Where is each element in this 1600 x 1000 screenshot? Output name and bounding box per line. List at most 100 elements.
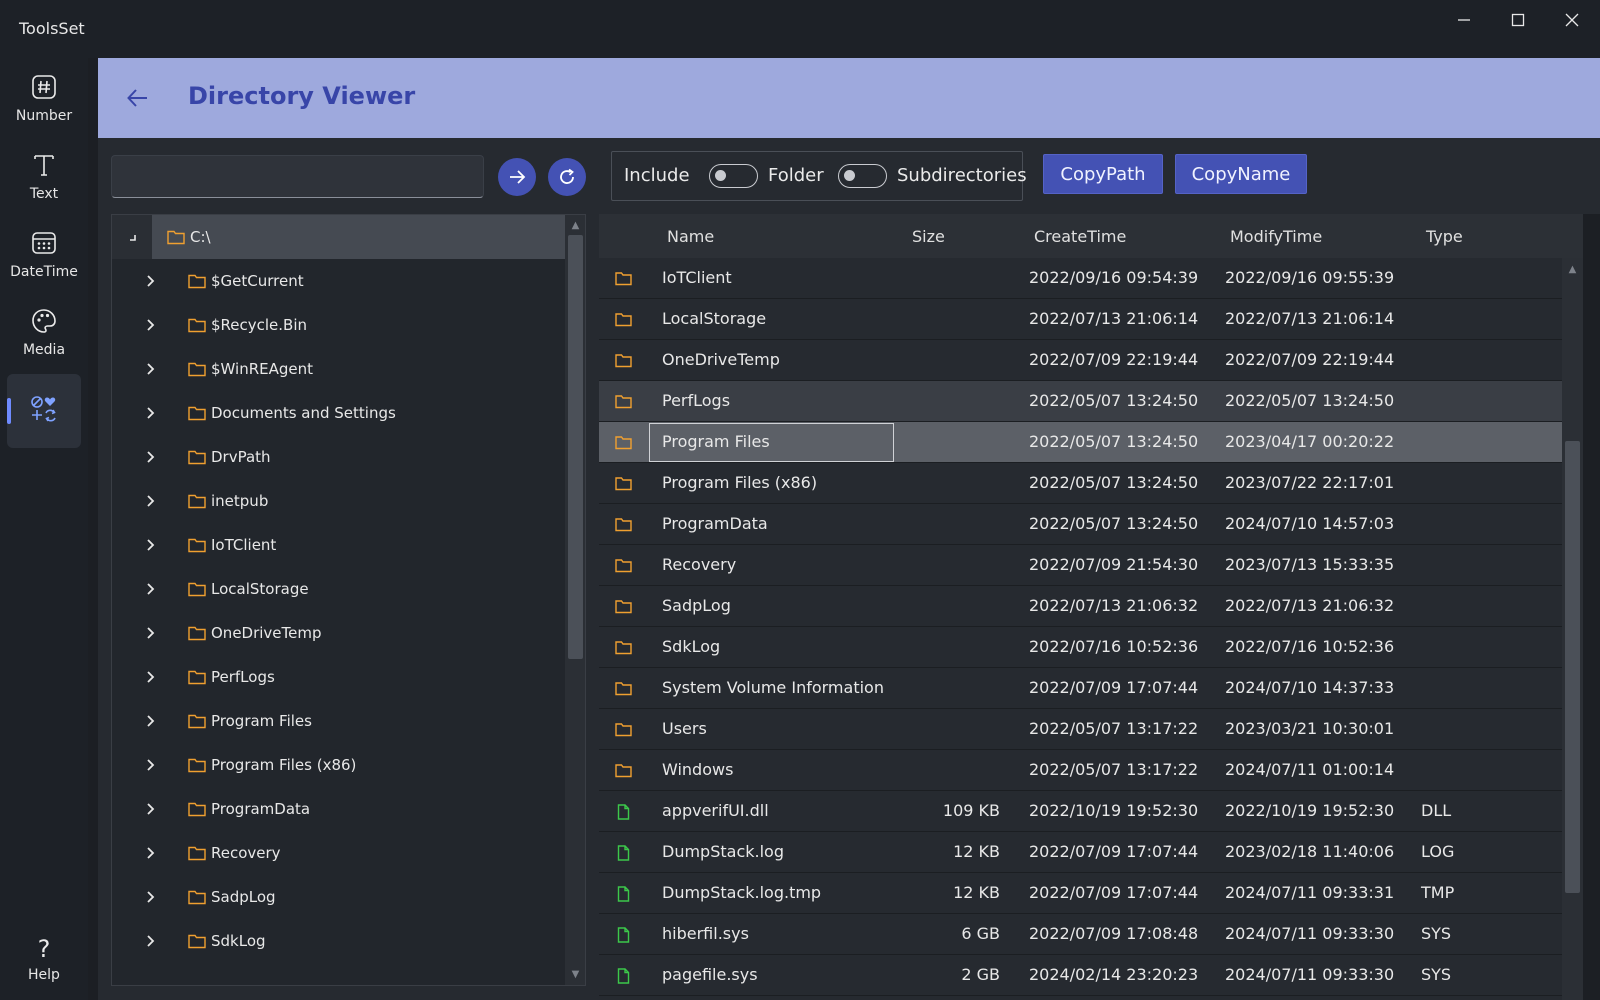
tree-scrollbar[interactable]: ▲ ▼ [565,215,585,985]
tree-item-label: $Recycle.Bin [211,316,308,334]
chevron-right-icon[interactable] [138,709,162,733]
chevron-right-icon[interactable] [138,357,162,381]
chevron-right-icon[interactable] [138,445,162,469]
scroll-up-icon[interactable]: ▲ [1565,262,1580,277]
chevron-right-icon[interactable] [138,577,162,601]
tree-item[interactable]: OneDriveTemp [112,611,565,655]
tree-item[interactable]: SadpLog [112,875,565,919]
column-header-modifytime[interactable]: ModifyTime [1230,227,1322,246]
cell-modifytime: 2022/07/13 21:06:14 [1225,309,1395,328]
column-header-name[interactable]: Name [667,227,714,246]
folder-tree[interactable]: C:\ $GetCurrent $Recycle.Bin $WinREAgent Do… [111,214,586,986]
tree-item[interactable]: inetpub [112,479,565,523]
go-button[interactable] [498,158,536,196]
tree-item[interactable]: IoTClient [112,523,565,567]
cell-name: IoTClient [662,268,732,287]
tree-item[interactable]: $GetCurrent [112,259,565,303]
cell-name: LocalStorage [662,309,767,328]
folder-toggle[interactable] [709,164,758,188]
table-row[interactable]: SadpLog 2022/07/13 21:06:32 2022/07/13 21:… [599,586,1562,627]
cell-modifytime: 2022/05/07 13:24:50 [1225,391,1395,410]
cell-createtime: 2022/07/13 21:06:14 [1029,309,1199,328]
tree-root[interactable]: C:\ [112,215,565,259]
cell-size: 109 KB [942,801,1000,820]
table-row[interactable]: System Volume Information 2022/07/09 17:0… [599,668,1562,709]
grid-scrollbar[interactable]: ▲ [1562,258,1583,1000]
nav-label: Number [15,108,73,124]
column-header-createtime[interactable]: CreateTime [1034,227,1126,246]
folder-icon [188,274,206,289]
table-row[interactable]: appverifUI.dll 109 KB 2022/10/19 19:52:30 2… [599,791,1562,832]
table-row[interactable]: SdkLog 2022/07/16 10:52:36 2022/07/16 10:5… [599,627,1562,668]
chevron-right-icon[interactable] [138,401,162,425]
nav-item-datetime[interactable]: DateTime [7,218,81,292]
column-header-size[interactable]: Size [912,227,945,246]
cell-type: LOG [1421,842,1455,861]
tree-item[interactable]: LocalStorage [112,567,565,611]
scroll-down-icon[interactable]: ▼ [568,967,583,982]
path-input[interactable] [111,155,484,198]
table-row[interactable]: Recovery 2022/07/09 21:54:30 2023/07/13 15… [599,545,1562,586]
table-row[interactable]: ProgramData 2022/05/07 13:24:50 2024/07/10… [599,504,1562,545]
table-row[interactable]: Windows 2022/05/07 13:17:22 2024/07/11 01:… [599,750,1562,791]
table-row[interactable]: DumpStack.log 12 KB 2022/07/09 17:07:44 202… [599,832,1562,873]
nav-item-help[interactable]: ? Help [12,935,76,983]
cell-createtime: 2022/05/07 13:17:22 [1029,719,1199,738]
tree-item[interactable]: $Recycle.Bin [112,303,565,347]
nav-item-symbols[interactable] [7,374,81,448]
tree-item[interactable]: PerfLogs [112,655,565,699]
chevron-right-icon[interactable] [138,313,162,337]
tree-item[interactable]: Recovery [112,831,565,875]
tree-scroll-thumb[interactable] [568,235,583,659]
cell-name: pagefile.sys [662,965,758,984]
chevron-right-icon[interactable] [138,885,162,909]
copy-name-button[interactable]: CopyName [1175,154,1307,194]
chevron-right-icon[interactable] [138,269,162,293]
tree-item[interactable]: Documents and Settings [112,391,565,435]
table-row[interactable]: PerfLogs 2022/05/07 13:24:50 2022/05/07 13… [599,381,1562,422]
tree-item[interactable]: $WinREAgent [112,347,565,391]
maximize-button[interactable] [1490,0,1546,40]
chevron-right-icon[interactable] [138,489,162,513]
table-row[interactable]: Program Files 2022/05/07 13:24:50 2023/04/… [599,422,1562,463]
chevron-right-icon[interactable] [138,797,162,821]
minimize-button[interactable] [1436,0,1492,40]
close-button[interactable] [1544,0,1600,40]
table-row[interactable]: OneDriveTemp 2022/07/09 22:19:44 2022/07/0… [599,340,1562,381]
table-row[interactable]: Users 2022/05/07 13:17:22 2023/03/21 10:30… [599,709,1562,750]
copy-path-button[interactable]: CopyPath [1043,154,1163,194]
grid-scroll-thumb[interactable] [1565,441,1580,893]
folder-icon [615,764,632,778]
table-row[interactable]: Program Files (x86) 2022/05/07 13:24:50 20… [599,463,1562,504]
cell-modifytime: 2022/07/09 22:19:44 [1225,350,1395,369]
back-button[interactable] [122,82,154,114]
collapse-icon[interactable] [120,225,144,249]
table-row[interactable]: DumpStack.log.tmp 12 KB 2022/07/09 17:07:4… [599,873,1562,914]
tree-item[interactable]: ProgramData [112,787,565,831]
nav-item-text[interactable]: Text [7,140,81,214]
chevron-right-icon[interactable] [138,665,162,689]
table-row[interactable]: IoTClient 2022/09/16 09:54:39 2022/09/16 0… [599,258,1562,299]
file-icon [617,968,630,984]
tree-item[interactable]: Program Files [112,699,565,743]
table-row[interactable]: hiberfil.sys 6 GB 2022/07/09 17:08:48 2024/… [599,914,1562,955]
chevron-right-icon[interactable] [138,533,162,557]
chevron-right-icon[interactable] [138,753,162,777]
cell-createtime: 2022/10/19 19:52:30 [1029,801,1199,820]
nav-item-media[interactable]: Media [7,296,81,370]
tree-item[interactable]: Program Files (x86) [112,743,565,787]
table-row[interactable]: pagefile.sys 2 GB 2024/02/14 23:20:23 2024/… [599,955,1562,996]
chevron-right-icon[interactable] [138,841,162,865]
chevron-right-icon[interactable] [138,929,162,953]
nav-item-number[interactable]: Number [7,62,81,136]
chevron-right-icon[interactable] [138,621,162,645]
grid-edge [1583,214,1600,1000]
cell-createtime: 2022/07/09 17:08:48 [1029,924,1199,943]
subdirectories-toggle[interactable] [838,164,887,188]
refresh-button[interactable] [548,158,586,196]
column-header-type[interactable]: Type [1426,227,1463,246]
table-row[interactable]: LocalStorage 2022/07/13 21:06:14 2022/07/1… [599,299,1562,340]
tree-item[interactable]: DrvPath [112,435,565,479]
scroll-up-icon[interactable]: ▲ [568,218,583,233]
tree-item[interactable]: SdkLog [112,919,565,963]
